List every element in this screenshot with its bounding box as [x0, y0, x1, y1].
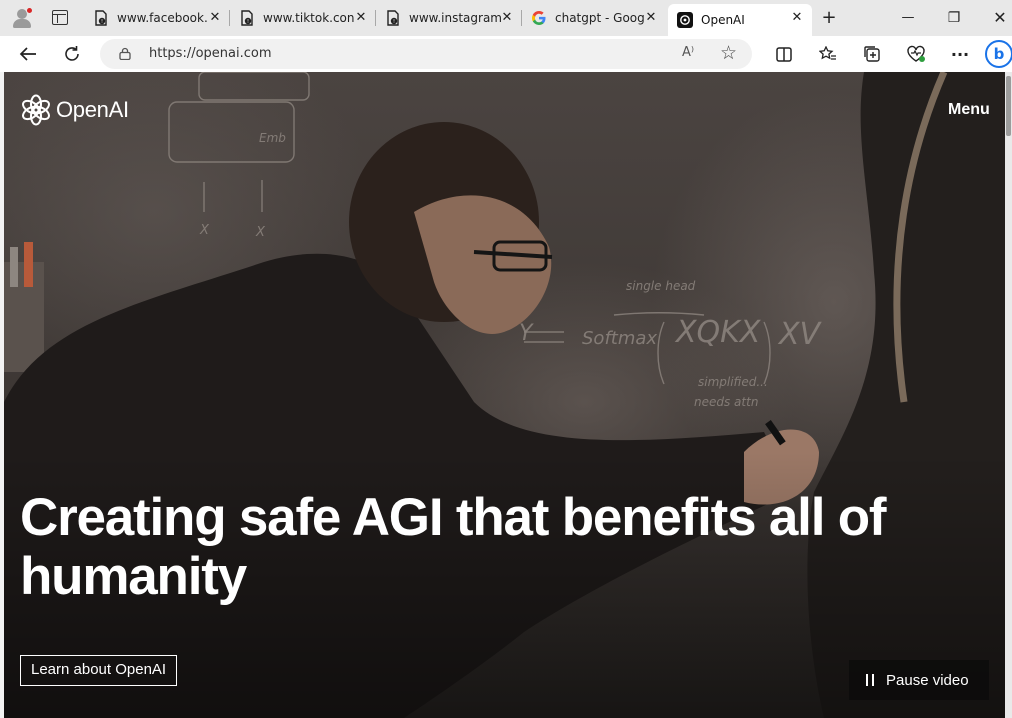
tab-title: www.instagram [409, 11, 502, 25]
svg-text:XV: XV [777, 317, 823, 352]
pause-icon [866, 674, 874, 686]
split-screen-icon[interactable] [771, 41, 797, 67]
pause-video-button[interactable]: Pause video [849, 660, 989, 700]
url-text[interactable]: https://openai.com [149, 46, 272, 61]
menu-button[interactable]: Menu [948, 101, 990, 119]
svg-text:!: ! [101, 19, 103, 25]
svg-text:Softmax: Softmax [582, 328, 657, 349]
restore-icon[interactable]: ❐ [944, 8, 964, 28]
bing-copilot-icon[interactable]: b [985, 40, 1012, 68]
tab-title: OpenAI [701, 13, 745, 27]
tab-facebook[interactable]: ! www.facebook. ✕ [84, 4, 230, 32]
hero-photo: Y Softmax XQKX XV single head simplified… [4, 72, 1005, 718]
tab-instagram[interactable]: ! www.instagram ✕ [376, 4, 522, 32]
page-warning-icon: ! [241, 10, 253, 26]
google-icon [532, 11, 546, 25]
address-bar[interactable]: https://openai.com A⁾ ☆ [100, 39, 752, 69]
svg-text:!: ! [247, 19, 249, 25]
lock-icon[interactable] [119, 47, 131, 60]
new-tab-icon[interactable]: + [819, 8, 839, 28]
svg-text:!: ! [393, 19, 395, 25]
pause-video-label: Pause video [886, 671, 969, 689]
close-tab-icon[interactable]: ✕ [208, 11, 222, 24]
favorite-star-icon[interactable]: ☆ [720, 42, 737, 64]
profile-avatar-icon[interactable] [10, 7, 34, 29]
svg-text:needs attn: needs attn [694, 395, 758, 409]
close-tab-icon[interactable]: ✕ [354, 11, 368, 24]
hero-video: Y Softmax XQKX XV single head simplified… [4, 72, 1005, 718]
tab-title: www.facebook. [117, 11, 208, 25]
svg-text:simplified...: simplified... [698, 375, 768, 389]
page-warning-icon: ! [387, 10, 399, 26]
minimize-icon[interactable]: — [898, 8, 918, 28]
svg-text:Y: Y [519, 321, 534, 346]
page-warning-icon: ! [95, 10, 107, 26]
learn-about-button[interactable]: Learn about OpenAI [20, 655, 178, 686]
more-options-icon[interactable]: ··· [947, 41, 973, 67]
hero-headline: Creating safe AGI that benefits all of h… [20, 488, 887, 606]
close-tab-icon[interactable]: ✕ [790, 11, 804, 24]
favorites-icon[interactable] [815, 41, 841, 67]
svg-text:X: X [199, 223, 210, 238]
read-aloud-icon[interactable]: A⁾ [682, 45, 694, 60]
close-tab-icon[interactable]: ✕ [500, 11, 514, 24]
tab-openai[interactable]: OpenAI ✕ [668, 4, 812, 36]
sidebar-edge [1005, 72, 1012, 718]
tab-strip: ! www.facebook. ✕ ! www.tiktok.con ✕ ! w… [0, 0, 1012, 36]
collections-icon[interactable] [859, 41, 885, 67]
svg-text:single head: single head [626, 279, 696, 293]
refresh-icon[interactable] [59, 41, 85, 67]
brand-wordmark: OpenAI [56, 97, 129, 122]
back-arrow-icon[interactable] [15, 41, 41, 67]
openai-logo-icon [22, 94, 50, 126]
tab-actions-icon[interactable] [52, 10, 68, 25]
tab-tiktok[interactable]: ! www.tiktok.con ✕ [230, 4, 376, 32]
openai-logo[interactable]: OpenAI [20, 94, 129, 126]
notification-dot [26, 7, 33, 14]
close-tab-icon[interactable]: ✕ [644, 11, 658, 24]
tab-chatgpt-google[interactable]: chatgpt - Goog ✕ [522, 4, 666, 32]
tab-title: chatgpt - Goog [555, 11, 645, 25]
openai-icon [677, 12, 693, 28]
browser-essentials-icon[interactable] [903, 41, 929, 67]
svg-text:Emb: Emb [259, 131, 286, 145]
close-window-icon[interactable]: ✕ [990, 8, 1010, 28]
scrollbar-thumb[interactable] [1006, 76, 1011, 136]
tab-title: www.tiktok.con [263, 11, 355, 25]
svg-text:XQKX: XQKX [674, 315, 762, 350]
browser-toolbar: https://openai.com A⁾ ☆ ··· b [0, 36, 1012, 72]
svg-text:X: X [255, 225, 266, 240]
